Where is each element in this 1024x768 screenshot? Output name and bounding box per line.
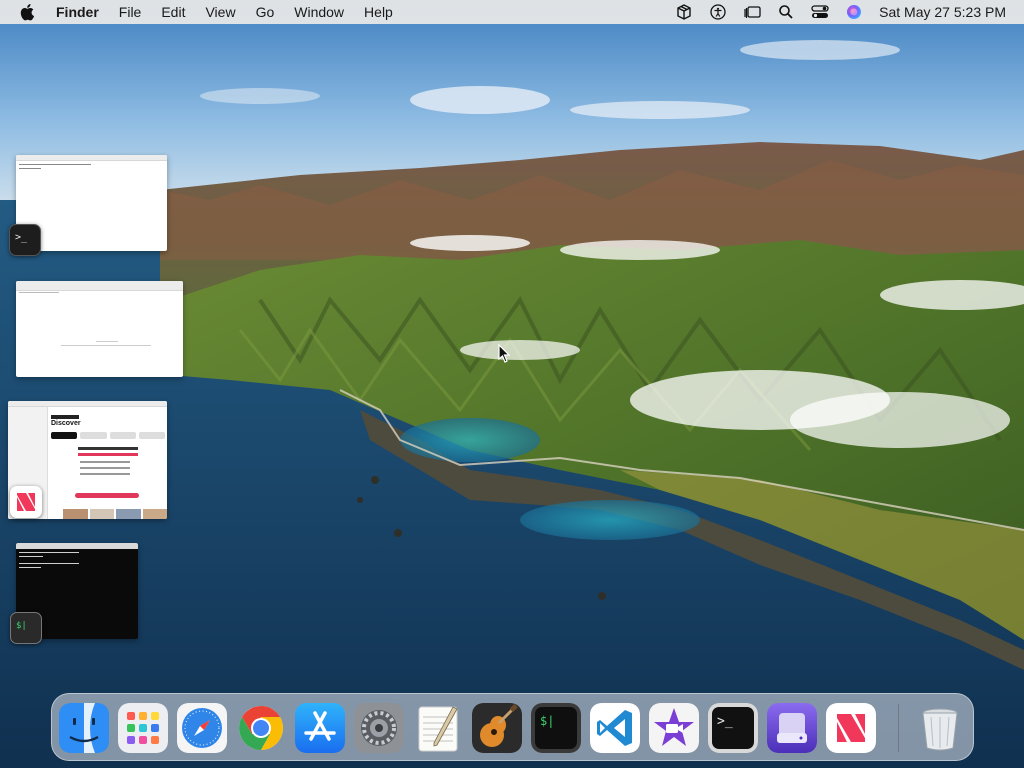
menu-app-name[interactable]: Finder [50, 0, 109, 24]
menu-bar-extras: Sat May 27 5:23 PM [667, 0, 1024, 24]
launchpad-icon [118, 703, 168, 753]
control-center-icon[interactable] [811, 3, 829, 21]
toolbar-line [19, 292, 59, 293]
accessibility-icon[interactable] [709, 3, 727, 21]
dock-system-preferences[interactable] [354, 703, 404, 753]
safari-icon [177, 703, 227, 753]
menu-go[interactable]: Go [246, 0, 285, 24]
dock-finder[interactable] [59, 703, 109, 753]
window-titlebar [16, 155, 167, 161]
menu-file[interactable]: File [109, 0, 152, 24]
chrome-icon [239, 706, 283, 750]
news-thumbnails [63, 509, 167, 519]
svg-text:$|: $| [540, 714, 554, 728]
news-subscribe-button [75, 493, 139, 498]
vscode-icon [590, 703, 640, 753]
news-promo-text [80, 473, 130, 475]
dock-textedit[interactable] [413, 703, 463, 753]
terminal-icon: >_ [708, 703, 758, 753]
dock: $| >_ [51, 693, 974, 761]
terminal-icon[interactable]: >_ [9, 224, 41, 256]
dock-news[interactable] [826, 703, 876, 753]
news-promo-text [80, 467, 130, 469]
dock-app-store[interactable] [295, 703, 345, 753]
text-line [61, 345, 151, 346]
svg-text:>_: >_ [15, 232, 28, 243]
svg-text:>_: >_ [717, 714, 733, 729]
news-promo-title [78, 447, 138, 450]
desktop-wallpaper [0, 0, 1024, 768]
garageband-icon [472, 703, 522, 753]
imovie-icon [649, 703, 699, 753]
finder-icon [59, 703, 109, 753]
stage-window-textedit[interactable] [16, 281, 183, 377]
window-titlebar [16, 543, 138, 549]
text-line [19, 567, 41, 568]
system-preferences-icon [354, 703, 404, 753]
dock-launchpad[interactable] [118, 703, 168, 753]
menu-bar-clock[interactable]: Sat May 27 5:23 PM [879, 4, 1006, 20]
dock-iterm[interactable]: $| [531, 703, 581, 753]
textedit-icon [418, 706, 458, 752]
text-line [19, 552, 79, 553]
news-promo-subtitle [78, 453, 138, 456]
dock-vscode[interactable] [590, 703, 640, 753]
app-store-icon [295, 703, 345, 753]
trash-icon [922, 708, 958, 751]
apple-logo-icon[interactable] [18, 3, 36, 21]
text-line [19, 556, 43, 557]
window-titlebar [16, 281, 183, 291]
news-icon[interactable] [10, 486, 42, 518]
dock-terminal[interactable]: >_ [708, 703, 758, 753]
dock-safari[interactable] [177, 703, 227, 753]
dock-imovie[interactable] [649, 703, 699, 753]
news-preview-heading: Discover [51, 420, 81, 427]
dock-garageband[interactable] [472, 703, 522, 753]
menu-view[interactable]: View [195, 0, 245, 24]
news-promo-text [80, 461, 130, 463]
dock-trash[interactable] [915, 703, 965, 753]
text-line [19, 563, 79, 564]
dock-disk-utility[interactable] [767, 703, 817, 753]
dock-chrome[interactable] [236, 703, 286, 753]
text-line [19, 164, 91, 165]
package-icon[interactable] [675, 3, 693, 21]
iterm-icon[interactable]: $| [10, 612, 42, 644]
search-icon[interactable] [777, 3, 795, 21]
news-tabs [51, 432, 165, 439]
siri-icon[interactable] [845, 3, 863, 21]
menu-help[interactable]: Help [354, 0, 403, 24]
text-line [96, 341, 118, 342]
news-icon [826, 703, 876, 753]
menu-bar: Finder File Edit View Go Window Help Sat… [0, 0, 1024, 24]
news-logo [51, 415, 79, 419]
iterm-icon: $| [531, 703, 581, 753]
svg-text:$|: $| [16, 621, 27, 631]
menu-window[interactable]: Window [284, 0, 354, 24]
mouse-pointer-icon [498, 344, 511, 363]
text-line [19, 168, 41, 169]
stage-manager-icon[interactable] [743, 3, 761, 21]
disk-utility-icon [767, 703, 817, 753]
menu-edit[interactable]: Edit [151, 0, 195, 24]
dock-divider [898, 704, 899, 752]
